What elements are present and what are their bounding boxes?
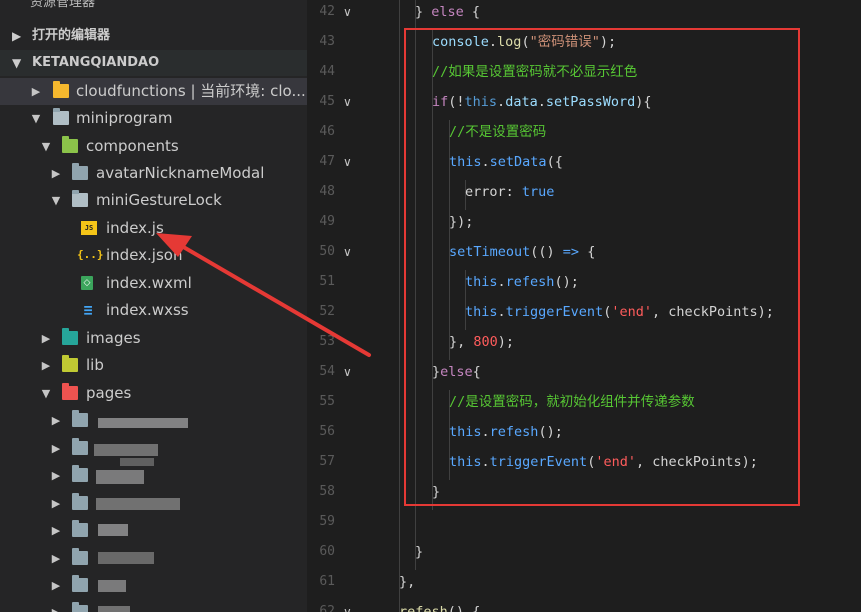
annotation-arrow	[156, 233, 371, 357]
